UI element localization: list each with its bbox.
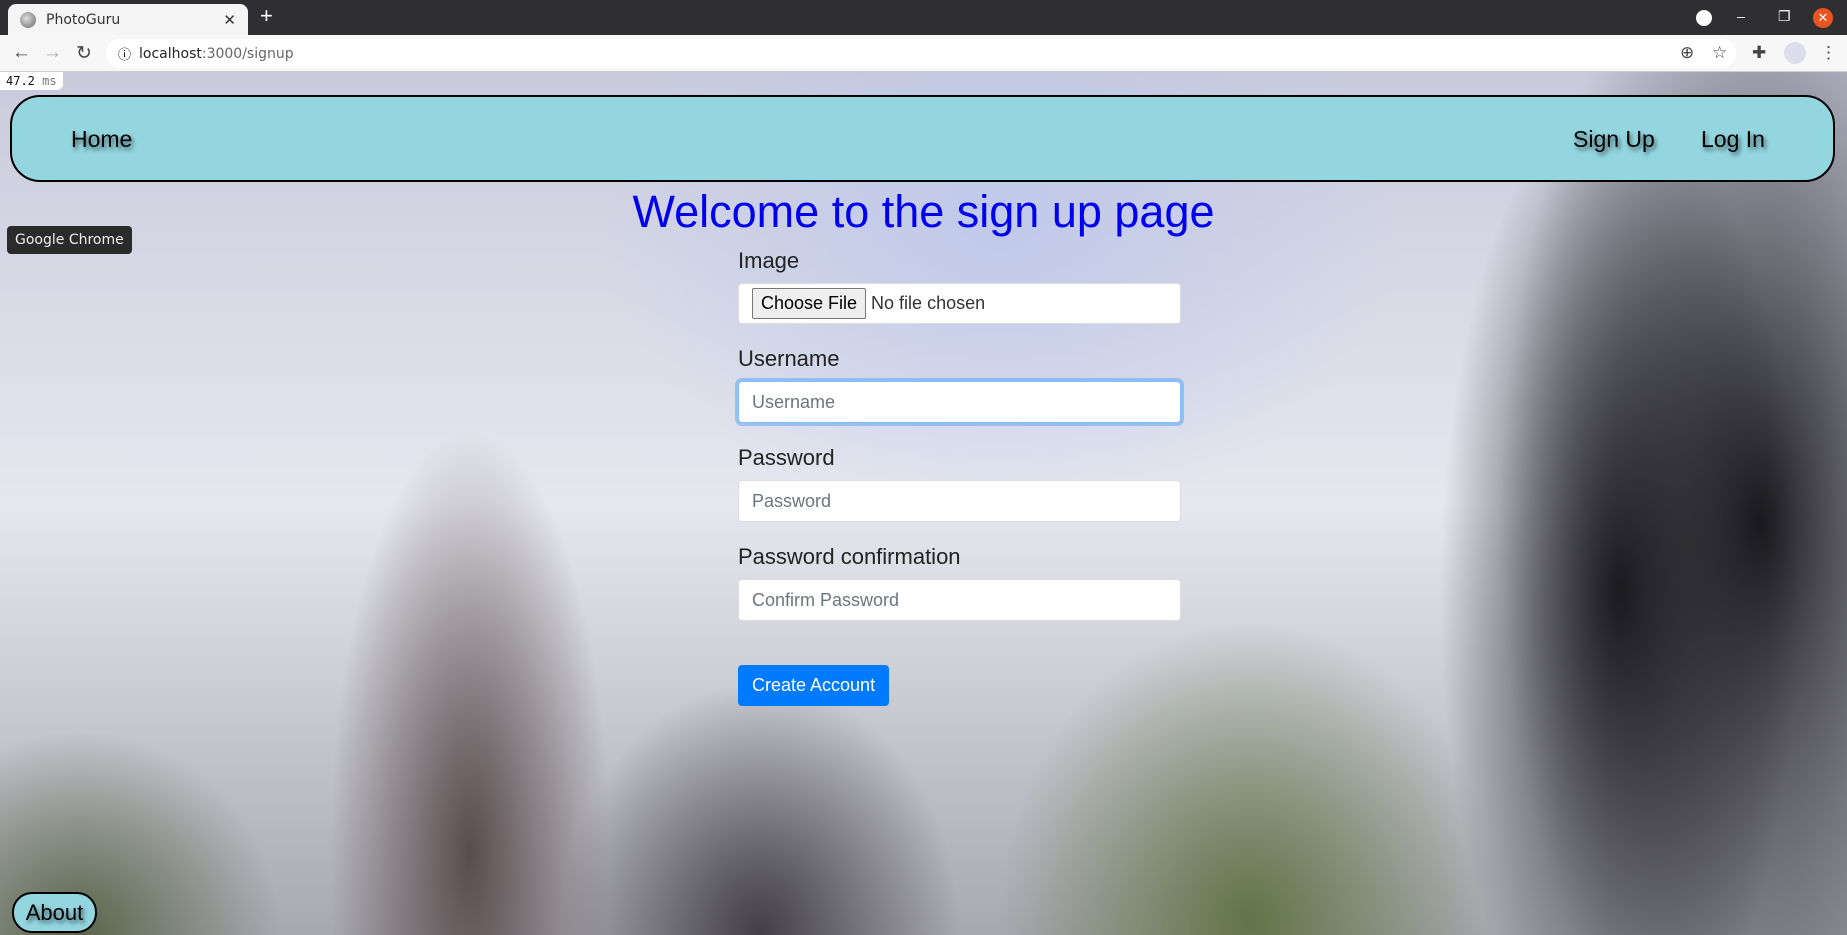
- reload-icon[interactable]: ↻: [76, 42, 92, 65]
- close-tab-icon[interactable]: ✕: [223, 11, 236, 29]
- extensions-icon[interactable]: ✚: [1752, 43, 1766, 63]
- browser-tab[interactable]: PhotoGuru ✕: [8, 4, 248, 35]
- password-input[interactable]: [738, 480, 1181, 522]
- password-confirmation-label: Password confirmation: [738, 544, 961, 569]
- image-file-input[interactable]: Choose File No file chosen: [738, 283, 1181, 324]
- username-input[interactable]: [738, 381, 1181, 423]
- close-window-icon[interactable]: ✕: [1813, 8, 1833, 28]
- about-button[interactable]: About: [12, 892, 97, 933]
- nav-log-in[interactable]: Log In: [1701, 126, 1765, 153]
- forward-icon[interactable]: →: [43, 42, 62, 64]
- navbar: Home Sign Up Log In: [10, 95, 1835, 182]
- nav-sign-up[interactable]: Sign Up: [1573, 126, 1655, 153]
- bookmark-star-icon[interactable]: ☆: [1712, 43, 1727, 63]
- browser-tab-bar: PhotoGuru ✕ + – ❐ ✕: [0, 0, 1847, 35]
- new-tab-icon[interactable]: +: [260, 3, 273, 29]
- profile-avatar-icon[interactable]: [1784, 42, 1806, 64]
- restore-icon[interactable]: ❐: [1778, 8, 1791, 25]
- url-host: localhost: [139, 45, 202, 62]
- nav-home[interactable]: Home: [71, 126, 132, 153]
- tab-title: PhotoGuru: [46, 11, 121, 28]
- address-bar[interactable]: ⓘ localhost:3000/signup: [106, 39, 1736, 68]
- menu-kebab-icon[interactable]: ⋮: [1820, 43, 1837, 63]
- url-path: :3000/signup: [201, 45, 294, 62]
- minimize-icon[interactable]: –: [1737, 8, 1745, 24]
- no-file-text: No file chosen: [871, 293, 986, 313]
- password-label: Password: [738, 445, 835, 470]
- favicon-icon: [20, 11, 36, 28]
- image-label: Image: [738, 248, 800, 273]
- choose-file-button[interactable]: Choose File: [752, 288, 867, 319]
- browser-toolbar: ← → ↻ ⓘ localhost:3000/signup ⊕ ☆ ✚ ⋮: [0, 35, 1847, 72]
- perf-unit: ms: [42, 74, 57, 88]
- username-label: Username: [738, 346, 840, 371]
- info-icon[interactable]: ⓘ: [118, 44, 131, 63]
- password-confirmation-input[interactable]: [738, 579, 1181, 621]
- create-account-button[interactable]: Create Account: [738, 665, 890, 706]
- perf-value: 47.2: [6, 74, 35, 88]
- page-title: Welcome to the sign up page: [632, 186, 1215, 237]
- zoom-icon[interactable]: ⊕: [1680, 43, 1694, 63]
- back-icon[interactable]: ←: [12, 42, 31, 64]
- signup-form: Image Choose File No file chosen Usernam…: [738, 248, 1181, 706]
- tab-search-icon[interactable]: [1696, 10, 1712, 26]
- perf-readout: 47.2 ms: [0, 72, 63, 90]
